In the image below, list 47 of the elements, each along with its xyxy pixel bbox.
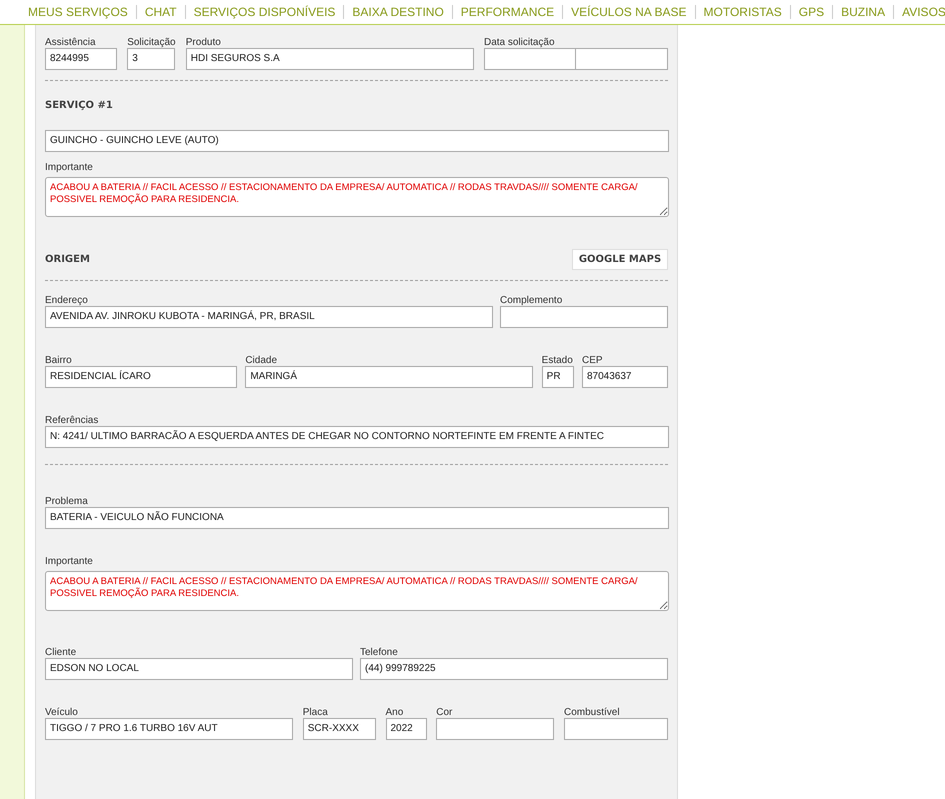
field-label: Referências bbox=[45, 415, 100, 426]
input-field[interactable]: PR bbox=[542, 366, 574, 388]
field-label: Importante bbox=[45, 556, 94, 567]
field-label: Data solicitação bbox=[484, 37, 556, 48]
input-field[interactable]: 2022 bbox=[386, 718, 426, 740]
input-field[interactable]: AVENIDA AV. JINROKU KUBOTA - MARINGÁ, PR, BRASIL bbox=[45, 306, 493, 328]
input-field[interactable]: HDI SEGUROS S.A bbox=[186, 48, 474, 70]
field-label: Cor bbox=[436, 707, 454, 718]
notes-field[interactable]: ACABOU A BATERIA // FACIL ACESSO // ESTACIONAMENTO DA EMPRESA/ AUTOMATICA // RODAS TRAVDAS//// SOMENTE CARGA/ POSSIVEL REMOÇÃO PARA RESIDENCIA. bbox=[45, 177, 669, 217]
input-field[interactable]: EDSON NO LOCAL bbox=[45, 658, 353, 680]
google-maps-button[interactable]: GOOGLE MAPS bbox=[572, 249, 668, 270]
field-label: Problema bbox=[45, 496, 89, 507]
input-field[interactable]: TIGGO / 7 PRO 1.6 TURBO 16V AUT bbox=[45, 718, 293, 740]
field-label: Solicitação bbox=[127, 37, 176, 48]
field-label: CEP bbox=[582, 355, 604, 366]
field-label: Telefone bbox=[360, 647, 399, 658]
field-label: Cidade bbox=[245, 355, 278, 366]
field-label: Endereço bbox=[45, 295, 89, 306]
input-field[interactable]: GUINCHO - GUINCHO LEVE (AUTO) bbox=[45, 130, 669, 152]
input-field[interactable] bbox=[500, 306, 668, 328]
input-field[interactable] bbox=[564, 718, 668, 740]
notes-field[interactable]: ACABOU A BATERIA // FACIL ACESSO // ESTACIONAMENTO DA EMPRESA/ AUTOMATICA // RODAS TRAVDAS//// SOMENTE CARGA/ POSSIVEL REMOÇÃO PARA RESIDENCIA. bbox=[45, 571, 669, 611]
field-label: Importante bbox=[45, 162, 94, 173]
input-field[interactable] bbox=[484, 48, 576, 70]
input-field[interactable]: SCR-XXXX bbox=[302, 718, 376, 740]
field-label: Ano bbox=[386, 707, 404, 718]
input-field[interactable]: MARINGÁ bbox=[245, 366, 534, 388]
input-field[interactable]: (44) 999789225 bbox=[360, 658, 668, 680]
input-field[interactable]: 87043637 bbox=[582, 366, 668, 388]
field-label: Combustível bbox=[564, 707, 621, 718]
field-label: Complemento bbox=[500, 295, 564, 306]
input-field[interactable]: 8244995 bbox=[45, 48, 117, 70]
field-label: Cliente bbox=[45, 647, 78, 658]
input-field[interactable]: RESIDENCIAL ÍCARO bbox=[45, 366, 237, 388]
field-label: Bairro bbox=[45, 355, 73, 366]
input-field[interactable] bbox=[576, 48, 668, 70]
section-title: SERVIÇO #1 bbox=[45, 99, 113, 113]
section-title: ORIGEM bbox=[45, 253, 90, 267]
input-field[interactable]: N: 4241/ ULTIMO BARRACÃO A ESQUERDA ANTES DE CHEGAR NO CONTORNO NORTEFINTE EM FRENTE A FINTEC bbox=[45, 426, 669, 448]
field-label: Veículo bbox=[45, 707, 79, 718]
field-label: Produto bbox=[186, 37, 222, 48]
field-label: Assistência bbox=[45, 37, 97, 48]
field-label: Estado bbox=[542, 355, 574, 366]
input-field[interactable]: BATERIA - VEICULO NÃO FUNCIONA bbox=[45, 507, 669, 529]
input-field[interactable] bbox=[436, 718, 554, 740]
input-field[interactable]: 3 bbox=[127, 48, 176, 70]
field-label: Placa bbox=[302, 707, 329, 718]
